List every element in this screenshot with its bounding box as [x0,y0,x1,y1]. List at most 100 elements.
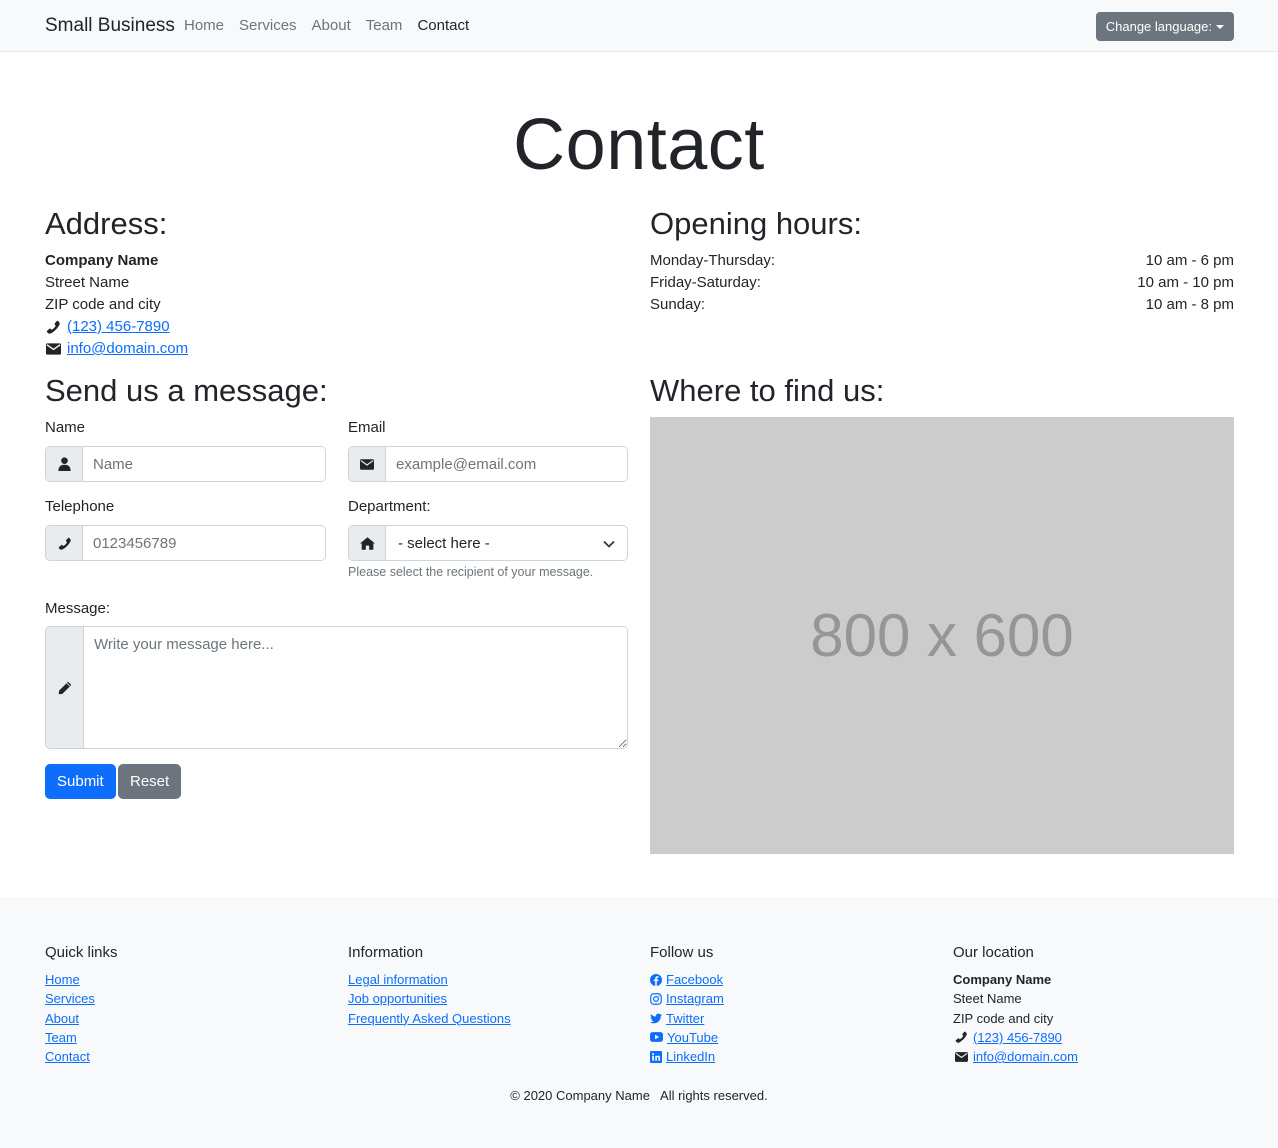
facebook-icon [650,973,662,986]
hours-row: Friday-Saturday: 10 am - 10 pm [650,272,1234,294]
footer-information-heading: Information [348,944,424,961]
copyright-text: © 2020 Company Name All rights reserved. [510,1088,768,1103]
envelope-icon [349,447,386,481]
address-city: ZIP code and city [45,296,161,313]
change-language-label: Change language: [1105,19,1212,34]
footer-link-facebook[interactable]: Facebook [666,970,723,989]
address-heading: Address: [45,206,168,241]
footer-link-jobs[interactable]: Job opportunities [348,991,447,1006]
map-placeholder-image: 800 x 600 [650,417,1234,854]
instagram-icon [650,993,662,1005]
navbar: Small Business Home Services About Team … [0,0,1278,52]
footer-email-line: info@domain.com [953,1047,1078,1066]
send-message-heading: Send us a message: [45,373,328,408]
hours-row: Monday-Thursday: 10 am - 6 pm [650,250,1234,272]
name-label: Name [45,419,86,436]
name-input-group [45,446,326,482]
message-input-group [45,626,628,749]
footer-phone-line: (123) 456-7890 [953,1028,1078,1047]
address-block: Company Name Street Name ZIP code and ci… [45,250,188,360]
department-help-text: Please select the recipient of your mess… [348,565,594,579]
footer-link-home[interactable]: Home [45,972,80,987]
footer-quick-links: Quick links Home Services About Team Con… [45,943,118,1066]
email-input[interactable] [386,447,627,481]
envelope-icon [45,341,61,357]
name-input[interactable] [83,447,325,481]
email-input-group [348,446,628,482]
footer-link-youtube[interactable]: YouTube [667,1028,718,1047]
telephone-input-group [45,525,326,561]
hours-time: 10 am - 8 pm [1145,296,1234,313]
footer-social-item: Facebook [650,970,724,989]
caret-down-icon [1216,24,1224,29]
footer-follow-heading: Follow us [650,944,714,961]
footer-location-heading: Our location [953,944,1034,961]
footer-link-faq[interactable]: Frequently Asked Questions [348,1011,511,1026]
hours-row: Sunday: 10 am - 8 pm [650,294,1234,316]
address-email-line: info@domain.com [45,338,188,360]
nav-link-services[interactable]: Services [239,17,297,34]
telephone-label: Telephone [45,498,115,515]
linkedin-icon [650,1050,662,1063]
footer-link-contact[interactable]: Contact [45,1049,90,1064]
email-label: Email [348,419,386,436]
opening-hours-list: Monday-Thursday: 10 am - 6 pm Friday-Sat… [650,250,1234,316]
map-placeholder-text: 800 x 600 [810,602,1074,669]
phone-icon [45,319,61,335]
footer-our-location: Our location Company Name Steet Name ZIP… [953,943,1078,1066]
address-company: Company Name [45,252,159,269]
address-street: Street Name [45,274,130,291]
footer-link-twitter[interactable]: Twitter [666,1009,704,1028]
hours-time: 10 am - 6 pm [1145,252,1234,269]
nav-links: Home Services About Team Contact [184,17,469,34]
hours-day: Sunday: [650,296,706,313]
hours-day: Monday-Thursday: [650,252,776,269]
footer-social-item: Instagram [650,989,724,1008]
where-to-find-us-heading: Where to find us: [650,373,885,408]
submit-button[interactable]: Submit [45,764,116,799]
message-textarea[interactable] [84,627,627,748]
footer-location-city: ZIP code and city [953,1010,1054,1026]
user-icon [46,447,83,481]
hours-time: 10 am - 10 pm [1137,274,1234,291]
message-label: Message: [45,600,111,617]
footer-location-company: Company Name [953,972,1052,988]
address-phone-link[interactable]: (123) 456-7890 [67,316,170,338]
footer-social-item: Twitter [650,1009,724,1028]
address-phone-line: (123) 456-7890 [45,316,188,338]
nav-link-home[interactable]: Home [184,17,224,34]
footer-location-street: Steet Name [953,991,1022,1007]
footer-link-linkedin[interactable]: LinkedIn [666,1047,715,1066]
address-email-link[interactable]: info@domain.com [67,338,188,360]
department-select[interactable]: - select here - [386,526,627,560]
page-title: Contact [513,105,765,185]
department-label: Department: [348,498,431,515]
footer-email-link[interactable]: info@domain.com [973,1047,1078,1066]
telephone-input[interactable] [83,526,325,560]
footer-link-team[interactable]: Team [45,1030,77,1045]
hours-day: Friday-Saturday: [650,274,761,291]
footer-link-instagram[interactable]: Instagram [666,989,724,1008]
phone-icon [953,1029,969,1045]
department-select-group: - select here - [348,525,628,561]
phone-icon [46,526,83,560]
footer-follow-us: Follow us Facebook Instagram Twitter You… [650,943,724,1066]
footer-quick-links-heading: Quick links [45,944,118,961]
footer-social-item: YouTube [650,1028,724,1047]
footer-link-legal[interactable]: Legal information [348,972,448,987]
home-icon [349,526,386,560]
footer: Quick links Home Services About Team Con… [0,898,1278,1148]
brand-logo[interactable]: Small Business [45,15,175,37]
nav-link-team[interactable]: Team [366,17,403,34]
reset-button[interactable]: Reset [118,764,182,799]
footer-information: Information Legal information Job opport… [348,943,511,1028]
footer-link-services[interactable]: Services [45,991,95,1006]
nav-link-about[interactable]: About [312,17,351,34]
footer-phone-link[interactable]: (123) 456-7890 [973,1028,1062,1047]
nav-link-contact[interactable]: Contact [417,17,469,34]
change-language-button[interactable]: Change language: [1095,12,1234,41]
pencil-icon [46,627,84,748]
youtube-icon [650,1032,663,1043]
footer-link-about[interactable]: About [45,1011,79,1026]
department-select-value: - select here - [398,534,490,552]
